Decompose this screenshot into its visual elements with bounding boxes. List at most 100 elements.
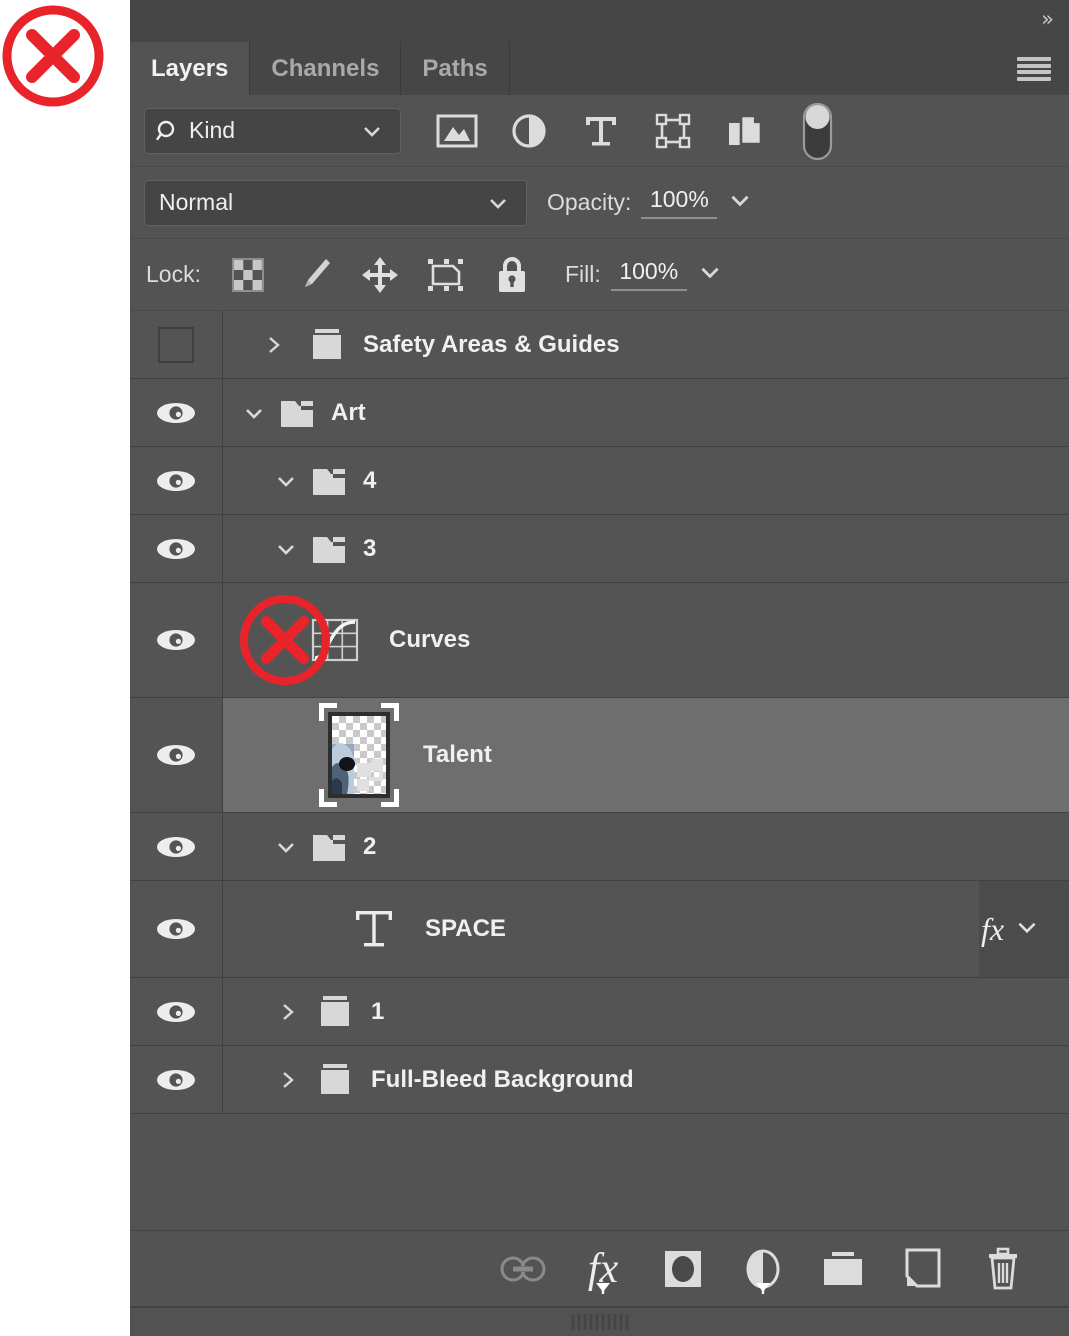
chevron-down-icon: [360, 119, 384, 148]
lock-position-icon[interactable]: [347, 255, 413, 295]
trash-icon: [989, 1247, 1017, 1289]
fill-chevron-down-icon[interactable]: [697, 259, 723, 290]
layer-row-body[interactable]: Curves: [223, 583, 1069, 697]
add-layer-style-button[interactable]: fx: [563, 1231, 643, 1307]
add-layer-mask-button[interactable]: [643, 1231, 723, 1307]
layer-row-body[interactable]: SPACE fx: [223, 881, 1069, 977]
filter-adjustment-layers-icon[interactable]: [493, 111, 565, 151]
chevron-right-icon[interactable]: [271, 1068, 305, 1092]
eye-icon: [157, 745, 195, 765]
chevron-down-icon: [486, 191, 510, 220]
table-row[interactable]: Full-Bleed Background: [130, 1046, 1069, 1114]
visibility-toggle[interactable]: [130, 978, 223, 1045]
layer-row-body[interactable]: Full-Bleed Background: [223, 1046, 1069, 1113]
link-layers-button[interactable]: [483, 1231, 563, 1307]
layer-row-body[interactable]: 2: [223, 813, 1069, 880]
lock-image-pixels-icon[interactable]: [281, 255, 347, 295]
visibility-toggle[interactable]: [130, 311, 223, 378]
layer-row-body[interactable]: Art: [223, 379, 1069, 446]
table-row[interactable]: Safety Areas & Guides: [130, 311, 1069, 379]
panel-menu-icon[interactable]: [1017, 57, 1051, 81]
layer-name: 4: [363, 466, 377, 494]
group-open-icon: [307, 827, 351, 867]
visibility-toggle[interactable]: [130, 813, 223, 880]
tab-channels[interactable]: Channels: [250, 42, 402, 95]
delete-layer-button[interactable]: [963, 1231, 1043, 1307]
table-row[interactable]: Talent: [130, 698, 1069, 813]
group-closed-icon: [313, 1060, 357, 1100]
table-row[interactable]: 2: [130, 813, 1069, 881]
layer-row-body[interactable]: Talent: [223, 698, 1069, 812]
group-open-icon: [307, 529, 351, 569]
new-layer-button[interactable]: [883, 1231, 963, 1307]
visibility-toggle[interactable]: [130, 379, 223, 446]
table-row[interactable]: 1: [130, 978, 1069, 1046]
filter-enable-toggle[interactable]: [781, 100, 853, 162]
layer-name: 2: [363, 832, 377, 860]
blend-mode-value: Normal: [159, 189, 234, 215]
eye-icon: [157, 470, 195, 491]
table-row[interactable]: 3: [130, 515, 1069, 583]
folder-icon: [824, 1251, 862, 1285]
table-row[interactable]: 4: [130, 447, 1069, 515]
layer-row-body[interactable]: 3: [223, 515, 1069, 582]
visibility-toggle[interactable]: [130, 583, 223, 697]
circle-x-annotation-curves: [236, 591, 334, 689]
eye-icon: [157, 538, 195, 559]
new-group-button[interactable]: [803, 1231, 883, 1307]
visibility-toggle[interactable]: [130, 881, 223, 977]
tab-paths-label: Paths: [422, 54, 488, 82]
layer-name: SPACE: [425, 915, 506, 942]
table-row[interactable]: Curves: [130, 583, 1069, 698]
chevron-down-icon[interactable]: [269, 537, 303, 561]
search-icon: [156, 120, 175, 140]
table-row[interactable]: Art: [130, 379, 1069, 447]
visibility-toggle[interactable]: [130, 515, 223, 582]
caret-icon: [594, 1281, 612, 1299]
panel-resize-grip[interactable]: [571, 1314, 628, 1330]
layer-row-body[interactable]: 4: [223, 447, 1069, 514]
fill-value[interactable]: 100%: [610, 258, 687, 291]
tab-layers[interactable]: Layers: [130, 42, 251, 95]
visibility-toggle[interactable]: [130, 1046, 223, 1113]
layer-row-body[interactable]: 1: [223, 978, 1069, 1045]
screenshot-root: » Layers Channels Paths Kind Normal Opac…: [0, 0, 1069, 1336]
layer-name: 3: [363, 534, 377, 562]
lock-artboard-nesting-icon[interactable]: [413, 255, 479, 295]
chevron-down-icon[interactable]: [1014, 914, 1040, 945]
visibility-toggle[interactable]: [130, 698, 223, 812]
new-adjustment-layer-button[interactable]: [723, 1231, 803, 1307]
filter-smart-object-layers-icon[interactable]: [709, 111, 781, 151]
lock-row: Lock: Fill: 100%: [130, 239, 1069, 311]
layer-effects-indicator[interactable]: fx: [979, 881, 1069, 977]
lock-all-icon[interactable]: [479, 254, 545, 296]
filter-shape-layers-icon[interactable]: [637, 111, 709, 151]
opacity-chevron-down-icon[interactable]: [727, 187, 753, 218]
chevron-down-icon[interactable]: [269, 469, 303, 493]
layer-name: Full-Bleed Background: [371, 1065, 634, 1093]
layer-row-body[interactable]: Safety Areas & Guides: [223, 311, 1069, 378]
filter-type-layers-icon[interactable]: [565, 111, 637, 151]
chevron-down-icon[interactable]: [269, 835, 303, 859]
chevron-right-icon[interactable]: [271, 1000, 305, 1024]
filter-kind-select[interactable]: Kind: [144, 107, 401, 154]
visibility-toggle[interactable]: [130, 447, 223, 514]
smart-object-thumbnail[interactable]: [317, 701, 401, 809]
visibility-checkbox-empty[interactable]: [158, 326, 194, 363]
blend-mode-select[interactable]: Normal: [144, 179, 527, 226]
circle-x-annotation-marker: [0, 1, 108, 111]
eye-icon: [157, 402, 195, 423]
filter-pixel-layers-icon[interactable]: [421, 113, 493, 149]
link-icon: [500, 1256, 546, 1281]
table-row[interactable]: SPACE fx: [130, 881, 1069, 978]
collapse-panel-icon[interactable]: »: [1041, 9, 1054, 30]
chevron-right-icon[interactable]: [257, 333, 291, 357]
filter-kind-label: Kind: [189, 117, 236, 143]
eye-icon: [157, 919, 195, 939]
lock-transparent-pixels-icon[interactable]: [215, 256, 281, 294]
new-layer-icon: [905, 1248, 941, 1287]
chevron-down-icon[interactable]: [237, 401, 271, 425]
layer-name: Curves: [389, 626, 471, 653]
opacity-value[interactable]: 100%: [641, 186, 718, 219]
tab-paths[interactable]: Paths: [401, 42, 510, 95]
